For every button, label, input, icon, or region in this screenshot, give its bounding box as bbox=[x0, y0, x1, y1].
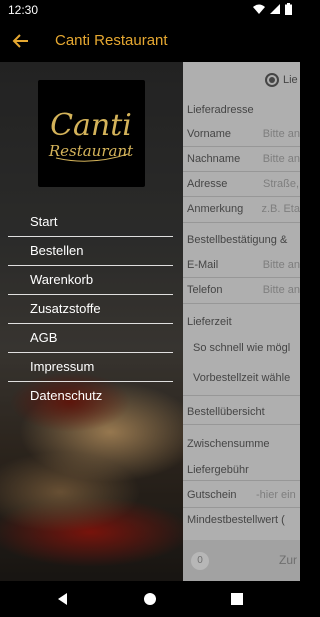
menu-item-datenschutz[interactable]: Datenschutz bbox=[0, 382, 183, 411]
menu-item-bestellen[interactable]: Bestellen bbox=[0, 237, 183, 266]
logo-line2: Restaurant bbox=[48, 142, 134, 160]
section-lieferzeit: Lieferzeit bbox=[187, 316, 232, 328]
delivery-radio[interactable] bbox=[265, 73, 279, 87]
app-title: Canti Restaurant bbox=[55, 32, 168, 49]
section-bestaetigung: Bestellbestätigung & bbox=[187, 234, 288, 246]
back-arrow-icon[interactable] bbox=[10, 30, 32, 52]
signal-icon bbox=[270, 4, 280, 14]
restaurant-logo: Canti Restaurant bbox=[38, 80, 145, 187]
field-gutschein[interactable]: Gutschein -hier ein bbox=[183, 482, 300, 507]
status-bar: 12:30 bbox=[0, 0, 300, 22]
field-telefon[interactable]: Telefon Bitte an bbox=[183, 277, 300, 302]
delivery-radio-label: Lie bbox=[283, 74, 298, 86]
field-anmerkung[interactable]: Anmerkung z.B. Eta bbox=[183, 196, 300, 221]
field-nachname[interactable]: Nachname Bitte an bbox=[183, 146, 300, 171]
back-triangle-icon[interactable] bbox=[54, 590, 72, 608]
status-time: 12:30 bbox=[8, 3, 39, 17]
system-nav-bar bbox=[0, 581, 300, 617]
navigation-drawer: Canti Restaurant Start Bestellen Warenko… bbox=[0, 62, 183, 581]
logo-line1: Canti bbox=[50, 108, 132, 143]
recents-square-icon[interactable] bbox=[228, 590, 246, 608]
home-circle-icon[interactable] bbox=[141, 590, 159, 608]
section-bestelluebersicht: Bestellübersicht bbox=[187, 406, 265, 418]
wifi-icon bbox=[253, 4, 265, 14]
menu-item-start[interactable]: Start bbox=[0, 208, 183, 237]
cart-count-badge: 0 bbox=[191, 552, 209, 570]
menu-item-impressum[interactable]: Impressum bbox=[0, 353, 183, 382]
cart-bottom-bar: 0 Zur bbox=[183, 540, 300, 581]
field-vorname[interactable]: Vorname Bitte an bbox=[183, 121, 300, 146]
section-lieferadresse: Lieferadresse bbox=[187, 104, 254, 116]
menu-item-warenkorb[interactable]: Warenkorb bbox=[0, 266, 183, 295]
option-preorder[interactable]: Vorbestellzeit wähle bbox=[191, 372, 300, 384]
field-email[interactable]: E-Mail Bitte an bbox=[183, 252, 300, 277]
option-asap[interactable]: So schnell wie mögl bbox=[191, 342, 300, 354]
battery-icon bbox=[285, 3, 292, 15]
app-bar: Canti Restaurant bbox=[0, 22, 300, 62]
menu-item-zusatzstoffe[interactable]: Zusatzstoffe bbox=[0, 295, 183, 324]
menu-item-agb[interactable]: AGB bbox=[0, 324, 183, 353]
drawer-menu: Start Bestellen Warenkorb Zusatzstoffe A… bbox=[0, 208, 183, 411]
field-adresse[interactable]: Adresse Straße, bbox=[183, 171, 300, 196]
liefergebuehr-label: Liefergebühr bbox=[187, 464, 249, 476]
checkout-button[interactable]: Zur bbox=[279, 553, 297, 567]
mindestbestellwert-label: Mindestbestellwert ( bbox=[187, 514, 285, 526]
order-form: Lie Lieferadresse Vorname Bitte an Nachn… bbox=[183, 62, 300, 581]
status-icons bbox=[253, 3, 292, 15]
zwischensumme-label: Zwischensumme bbox=[187, 438, 270, 450]
